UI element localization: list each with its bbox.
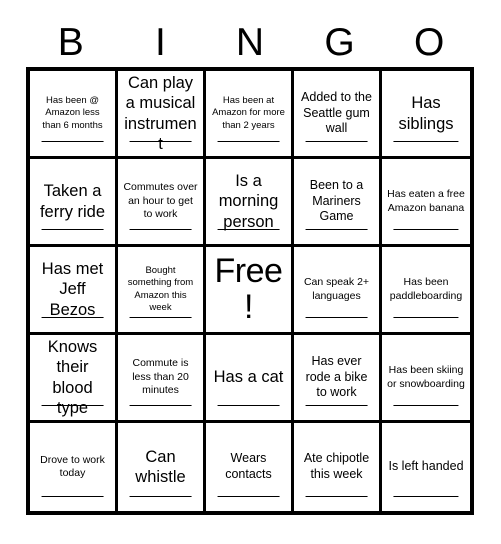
bingo-square-label: Is left handed: [388, 459, 464, 474]
bingo-square[interactable]: Has been skiing or snowboarding: [382, 335, 470, 423]
signature-line[interactable]: [305, 496, 368, 497]
bingo-square[interactable]: Taken a ferry ride: [30, 159, 118, 247]
bingo-square-label: Drove to work today: [40, 453, 105, 479]
bingo-letter-g: G: [324, 21, 355, 64]
signature-line[interactable]: [217, 405, 280, 406]
bingo-square[interactable]: Drove to work today: [30, 423, 118, 511]
bingo-square-label: Has been skiing or snowboarding: [387, 364, 465, 390]
signature-line[interactable]: [393, 496, 459, 497]
bingo-square[interactable]: Wears contacts: [206, 423, 294, 511]
bingo-header-letters: B I N G O: [26, 18, 474, 67]
bingo-square-label: Been to a Mariners Game: [309, 178, 364, 224]
bingo-square[interactable]: Has been at Amazon for more than 2 years: [206, 71, 294, 159]
bingo-square[interactable]: Has met Jeff Bezos: [30, 247, 118, 335]
bingo-square[interactable]: Can play a musical instrument: [118, 71, 206, 159]
bingo-square-label: Is a morning person: [218, 172, 279, 231]
bingo-square-label: Commute is less than 20 minutes: [132, 357, 189, 397]
bingo-square[interactable]: Has ever rode a bike to work: [294, 335, 382, 423]
bingo-square[interactable]: Bought something from Amazon this week: [118, 247, 206, 335]
signature-line[interactable]: [41, 496, 104, 497]
bingo-square-label: Has been paddleboarding: [389, 276, 463, 302]
signature-line[interactable]: [129, 496, 192, 497]
bingo-square-label: Bought something from Amazon this week: [127, 264, 194, 313]
bingo-square[interactable]: Commute is less than 20 minutes: [118, 335, 206, 423]
signature-line[interactable]: [393, 405, 459, 406]
signature-line[interactable]: [217, 496, 280, 497]
bingo-square-label: Has a cat: [213, 368, 284, 387]
bingo-square[interactable]: Commutes over an hour to get to work: [118, 159, 206, 247]
bingo-square[interactable]: Has siblings: [382, 71, 470, 159]
bingo-letter-n: N: [235, 21, 265, 64]
signature-line[interactable]: [41, 317, 104, 318]
bingo-square-label: Added to the Seattle gum wall: [301, 90, 372, 136]
bingo-letter-b: B: [57, 21, 84, 64]
bingo-letter-o: O: [414, 21, 445, 64]
bingo-square[interactable]: Has been paddleboarding: [382, 247, 470, 335]
bingo-square-label: Can whistle: [135, 447, 186, 486]
signature-line[interactable]: [393, 317, 459, 318]
signature-line[interactable]: [217, 229, 280, 230]
signature-line[interactable]: [129, 229, 192, 230]
bingo-square-label: Wears contacts: [225, 451, 272, 481]
signature-line[interactable]: [305, 229, 368, 230]
bingo-square-label: Commutes over an hour to get to work: [123, 181, 198, 221]
bingo-square[interactable]: Ate chipotle this week: [294, 423, 382, 511]
bingo-square[interactable]: Has eaten a free Amazon banana: [382, 159, 470, 247]
bingo-grid: Has been @ Amazon less than 6 months Can …: [26, 67, 474, 515]
bingo-free-space[interactable]: Free!: [206, 247, 294, 335]
bingo-card: B I N G O Has been @ Amazon less than 6 …: [0, 0, 501, 544]
signature-line[interactable]: [305, 141, 368, 142]
bingo-square[interactable]: Been to a Mariners Game: [294, 159, 382, 247]
signature-line[interactable]: [41, 141, 104, 142]
bingo-square[interactable]: Can whistle: [118, 423, 206, 511]
bingo-square[interactable]: Can speak 2+ languages: [294, 247, 382, 335]
bingo-square[interactable]: Has a cat: [206, 335, 294, 423]
bingo-square[interactable]: Is left handed: [382, 423, 470, 511]
signature-line[interactable]: [217, 141, 280, 142]
bingo-square[interactable]: Knows their blood type: [30, 335, 118, 423]
bingo-square-label: Has siblings: [398, 94, 454, 133]
signature-line[interactable]: [305, 405, 368, 406]
signature-line[interactable]: [41, 405, 104, 406]
signature-line[interactable]: [129, 317, 192, 318]
bingo-square[interactable]: Is a morning person: [206, 159, 294, 247]
signature-line[interactable]: [41, 229, 104, 230]
signature-line[interactable]: [393, 141, 459, 142]
bingo-square-label: Free!: [214, 251, 283, 326]
bingo-square-label: Ate chipotle this week: [303, 451, 370, 481]
bingo-square-label: Has ever rode a bike to work: [305, 354, 368, 400]
signature-line[interactable]: [393, 229, 459, 230]
bingo-square[interactable]: Has been @ Amazon less than 6 months: [30, 71, 118, 159]
signature-line[interactable]: [129, 141, 192, 142]
signature-line[interactable]: [305, 317, 368, 318]
bingo-square-label: Has been @ Amazon less than 6 months: [42, 94, 103, 131]
bingo-square-label: Has eaten a free Amazon banana: [387, 188, 465, 214]
bingo-square-label: Has been at Amazon for more than 2 years: [212, 94, 285, 131]
bingo-letter-i: I: [154, 21, 166, 64]
bingo-square-label: Can speak 2+ languages: [303, 276, 370, 302]
bingo-square-label: Has met Jeff Bezos: [41, 260, 104, 319]
bingo-square-label: Taken a ferry ride: [39, 182, 106, 221]
bingo-square[interactable]: Added to the Seattle gum wall: [294, 71, 382, 159]
signature-line[interactable]: [129, 405, 192, 406]
